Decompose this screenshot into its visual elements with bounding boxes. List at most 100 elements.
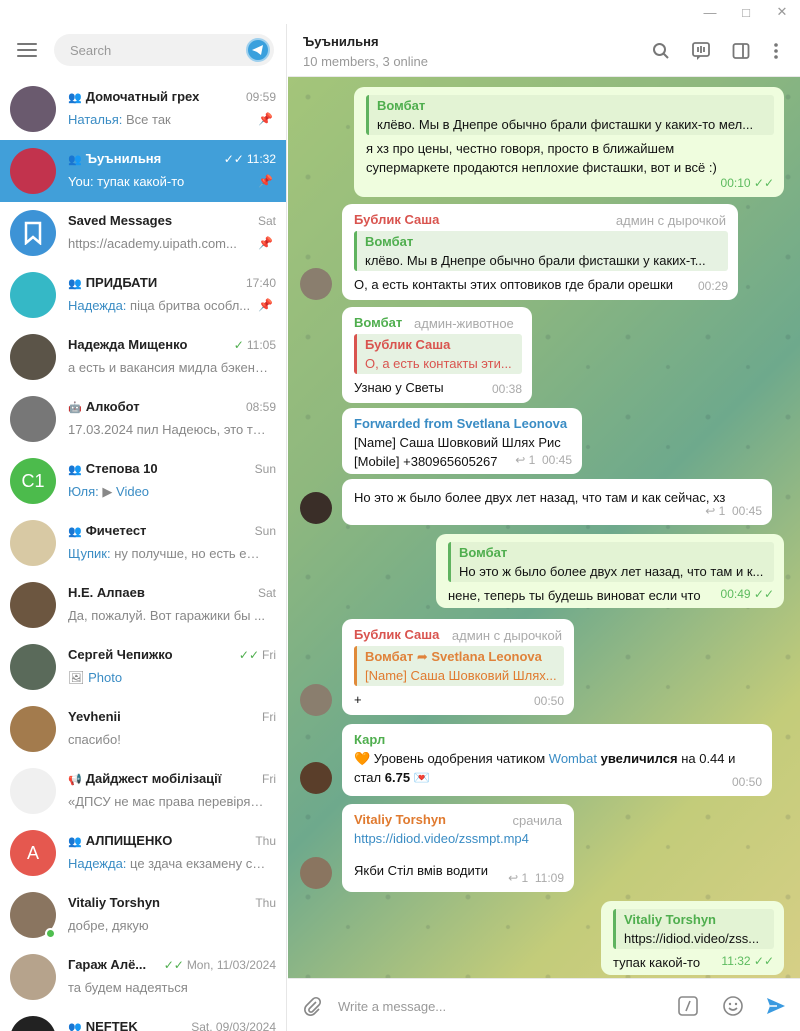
reply-quote[interactable]: Вомбат клёво. Мы в Днепре обычно брали ф… bbox=[354, 231, 728, 271]
chat-preview: 17.03.2024 пил Надеюсь, это тог... bbox=[68, 422, 268, 437]
message-incoming[interactable]: Бублик Саша админ с дырочкой Вомбат клёв… bbox=[342, 204, 738, 300]
message-incoming[interactable]: Но это ж было более двух лет назад, что … bbox=[342, 479, 772, 525]
message-text: + bbox=[354, 692, 362, 707]
message-incoming[interactable]: Вомбат админ-животное Бублик Саша О, а е… bbox=[342, 307, 532, 403]
chat-name: Сергей Чепижко bbox=[68, 647, 173, 662]
attach-icon[interactable] bbox=[300, 994, 324, 1018]
chat-list-item[interactable]: Сергей Чепижко ✓✓ Fri 🖼 Photo bbox=[0, 636, 286, 698]
more-options-icon[interactable] bbox=[766, 41, 786, 61]
chat-name: Vitaliy Torshyn bbox=[68, 895, 160, 910]
forward-header[interactable]: Forwarded from Svetlana Leonova bbox=[354, 414, 572, 433]
message-incoming[interactable]: Vitaliy Torshyn срачила https://idiod.vi… bbox=[342, 804, 574, 892]
chat-list-item[interactable]: 🤖 Алкобот 08:59 17.03.2024 пил Надеюсь, это… bbox=[0, 388, 286, 450]
chat-list-item[interactable]: A 👥 АЛПИЩЕНКО Thu Надежда: це здача екзамену… bbox=[0, 822, 286, 884]
bot-commands-icon[interactable] bbox=[676, 994, 700, 1018]
message-time: 00:50 bbox=[731, 775, 762, 789]
minimize-icon[interactable]: — bbox=[690, 0, 730, 24]
avatar bbox=[10, 954, 56, 1000]
message-outgoing[interactable]: Вомбат Но это ж было более двух лет наза… bbox=[436, 534, 784, 608]
chat-list-item[interactable]: Vitaliy Torshyn Thu добре, дякую bbox=[0, 884, 286, 946]
avatar bbox=[10, 148, 56, 194]
double-check-icon: ✓✓ bbox=[238, 648, 259, 662]
message-incoming[interactable]: Бублик Саша админ с дырочкой Вомбат ➦ Sv… bbox=[342, 619, 574, 715]
avatar bbox=[10, 210, 56, 256]
chat-list-item[interactable]: 👥 Домочатный грех 09:59 Наталья: Все так 📌 bbox=[0, 78, 286, 140]
chat-title[interactable]: Ъуъниль​ня bbox=[303, 34, 379, 49]
reply-author: Вомбат bbox=[365, 234, 414, 249]
reply-quote[interactable]: Вомбат клёво. Мы в Днепре обычно брали ф… bbox=[366, 95, 774, 135]
pin-icon: 📌 bbox=[258, 174, 273, 188]
chat-list-item[interactable]: Гараж Алё... ✓✓ Mon, 11/03/2024 та будем на… bbox=[0, 946, 286, 1008]
chat-preview: «ДПСУ не має права перевіряти ... bbox=[68, 794, 268, 809]
message-text: стал 6.75 💌 bbox=[354, 770, 430, 785]
avatar[interactable] bbox=[300, 684, 332, 716]
double-check-icon: ✓✓ bbox=[163, 958, 184, 972]
chat-list-item[interactable]: 👥 Ъуъниль​ня ✓✓ 11:32 You: тупак какой-то 📌 bbox=[0, 140, 286, 202]
emoji-icon[interactable] bbox=[721, 994, 745, 1018]
chat-time: Fri bbox=[262, 772, 276, 786]
reply-text: Но это ж было более двух лет назад, что … bbox=[459, 564, 764, 579]
online-indicator bbox=[45, 928, 56, 939]
search-input[interactable] bbox=[70, 34, 240, 66]
sidebar-toggle-icon[interactable] bbox=[731, 41, 751, 61]
chat-name: 📢 Дайджест мобілізації bbox=[68, 771, 222, 786]
reply-quote[interactable]: Вомбат Но это ж было более двух лет наза… bbox=[448, 542, 774, 582]
close-icon[interactable]: ✕ bbox=[762, 0, 800, 24]
chat-list-item[interactable]: Надежда Мищенко ✓ 11:05 а есть и вакансия м… bbox=[0, 326, 286, 388]
message-composer bbox=[288, 978, 800, 1031]
message-meta: ↩ 1 00:45 bbox=[515, 453, 572, 467]
send-icon[interactable] bbox=[764, 994, 788, 1018]
avatar[interactable] bbox=[300, 857, 332, 889]
reply-quote[interactable]: Бублик Саша О, а есть контакты эти... bbox=[354, 334, 522, 374]
author-role: срачила bbox=[512, 813, 562, 828]
avatar[interactable] bbox=[300, 268, 332, 300]
chat-subtitle: 10 members, 3 online bbox=[303, 54, 429, 69]
message-link[interactable]: https://idiod.video/zssmpt.mp4 bbox=[354, 829, 564, 848]
chat-list-item[interactable]: Saved Messages Sat https://academy.uipath.… bbox=[0, 202, 286, 264]
reply-quote[interactable]: Vitaliy Torshyn https://idiod.video/zss.… bbox=[613, 909, 774, 949]
message-outgoing[interactable]: Vitaliy Torshyn https://idiod.video/zss.… bbox=[601, 901, 784, 975]
avatar[interactable] bbox=[300, 492, 332, 524]
chat-name: Н.Е. Алпаев bbox=[68, 585, 145, 600]
message-outgoing[interactable]: Вомбат клёво. Мы в Днепре обычно брали ф… bbox=[354, 87, 784, 197]
search-icon[interactable] bbox=[651, 41, 671, 61]
group-icon: 👥 bbox=[68, 464, 82, 476]
chat-list-item[interactable]: 👥 NEFTEK Sat, 09/03/2024 bbox=[0, 1008, 286, 1031]
chat-list-item[interactable]: 👥 Фичетест Sun Щупик: ну получше, но есть е… bbox=[0, 512, 286, 574]
telegram-logo-icon[interactable] bbox=[246, 38, 270, 62]
mention-link[interactable]: Wombat bbox=[549, 751, 597, 766]
love-letter-emoji: 💌 bbox=[413, 770, 430, 785]
photo-thumbnail-icon: 🖼 bbox=[68, 670, 89, 685]
message-time: 00:38 bbox=[491, 382, 522, 396]
conversation-panel: Ъуъниль​ня 10 members, 3 online Вомбат к… bbox=[288, 24, 800, 1031]
chat-time: Fri bbox=[262, 710, 276, 724]
chat-name: 👥 АЛПИЩЕНКО bbox=[68, 833, 173, 848]
message-forwarded[interactable]: Forwarded from Svetlana Leonova [Name] С… bbox=[342, 408, 582, 474]
reply-text: клёво. Мы в Днепре обычно брали фисташки… bbox=[377, 117, 754, 132]
avatar[interactable] bbox=[300, 762, 332, 794]
voice-chat-icon[interactable] bbox=[691, 41, 711, 61]
avatar bbox=[10, 644, 56, 690]
avatar bbox=[10, 582, 56, 628]
message-incoming[interactable]: Карл 🧡 Уровень одобрения чатиком Wombat … bbox=[342, 724, 772, 796]
message-text: 🧡 Уровень одобрения чатиком Wombat увели… bbox=[354, 751, 736, 766]
chat-time: ✓✓ Mon, 11/03/2024 bbox=[163, 958, 276, 972]
chat-list-item[interactable]: C1 👥 Степова 10 Sun Юля: ▶ Video bbox=[0, 450, 286, 512]
chat-list-item[interactable]: Yevhenii Fri спасибо! bbox=[0, 698, 286, 760]
maximize-icon[interactable]: □ bbox=[726, 0, 766, 24]
message-author[interactable]: Карл bbox=[354, 730, 762, 749]
chat-list-item[interactable]: 📢 Дайджест мобілізації Fri «ДПСУ не має пра… bbox=[0, 760, 286, 822]
message-text: О, а есть контакты этих оптовиков где бр… bbox=[354, 277, 674, 292]
chat-time: Sat, 09/03/2024 bbox=[191, 1020, 276, 1031]
messages-area[interactable]: Вомбат клёво. Мы в Днепре обычно брали ф… bbox=[288, 77, 800, 978]
chat-list-item[interactable]: 👥 ПРИДБАТИ 17:40 Надежда: піца бритва особл… bbox=[0, 264, 286, 326]
chat-list-item[interactable]: Н.Е. Алпаев Sat Да, пожалуй. Вот гаражики … bbox=[0, 574, 286, 636]
avatar bbox=[10, 272, 56, 318]
avatar bbox=[10, 1016, 56, 1031]
message-meta: ↩ 1 11:09 bbox=[508, 871, 564, 885]
message-input[interactable] bbox=[338, 994, 638, 1018]
message-text: супермаркете продаются неплохие фисташки… bbox=[366, 160, 717, 175]
hamburger-menu-icon[interactable] bbox=[17, 43, 37, 57]
chat-time: Sat bbox=[257, 214, 276, 228]
reply-quote[interactable]: Вомбат ➦ Svetlana Leonova [Name] Саша Шо… bbox=[354, 646, 564, 686]
